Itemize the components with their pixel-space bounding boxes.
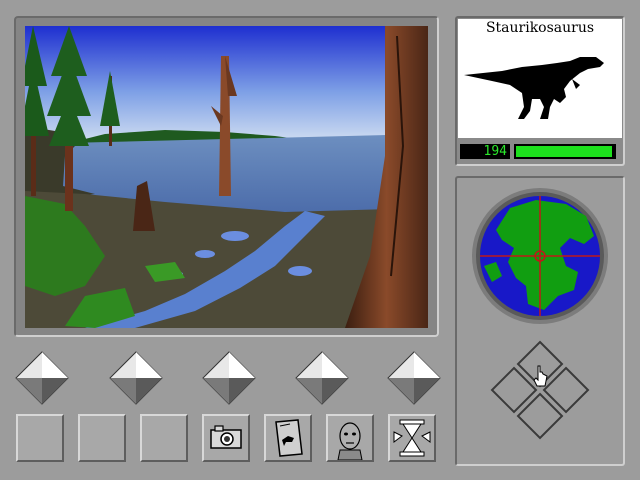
face-icon [337,422,363,461]
camera-button[interactable] [202,414,250,462]
camera-icon [210,425,242,449]
diamond-button-3[interactable] [202,351,256,405]
diamond-button-4[interactable] [295,351,349,405]
globe-map[interactable] [466,186,614,326]
creature-counter: 194 [460,144,510,159]
diamond-button-1[interactable] [15,351,69,405]
field-guide-book-icon [275,419,303,457]
direction-pad [490,340,590,440]
creature-name: Staurikosaurus [485,20,595,36]
hourglass-button[interactable] [388,414,436,462]
creature-card [458,19,622,138]
health-bar-fill [516,146,612,157]
scene-viewport[interactable] [25,26,428,328]
diamond-button-5[interactable] [387,351,441,405]
diamond-button-2[interactable] [109,351,163,405]
diamond-buttons-row [15,351,441,405]
scene-image [25,26,428,328]
dinosaur-silhouette-icon [464,57,604,119]
field-guide-button[interactable] [264,414,312,462]
hourglass-icon [393,419,431,457]
face-button[interactable] [326,414,374,462]
inventory-slot-3[interactable] [140,414,188,462]
inventory-slot-1[interactable] [16,414,64,462]
inventory-slot-2[interactable] [78,414,126,462]
